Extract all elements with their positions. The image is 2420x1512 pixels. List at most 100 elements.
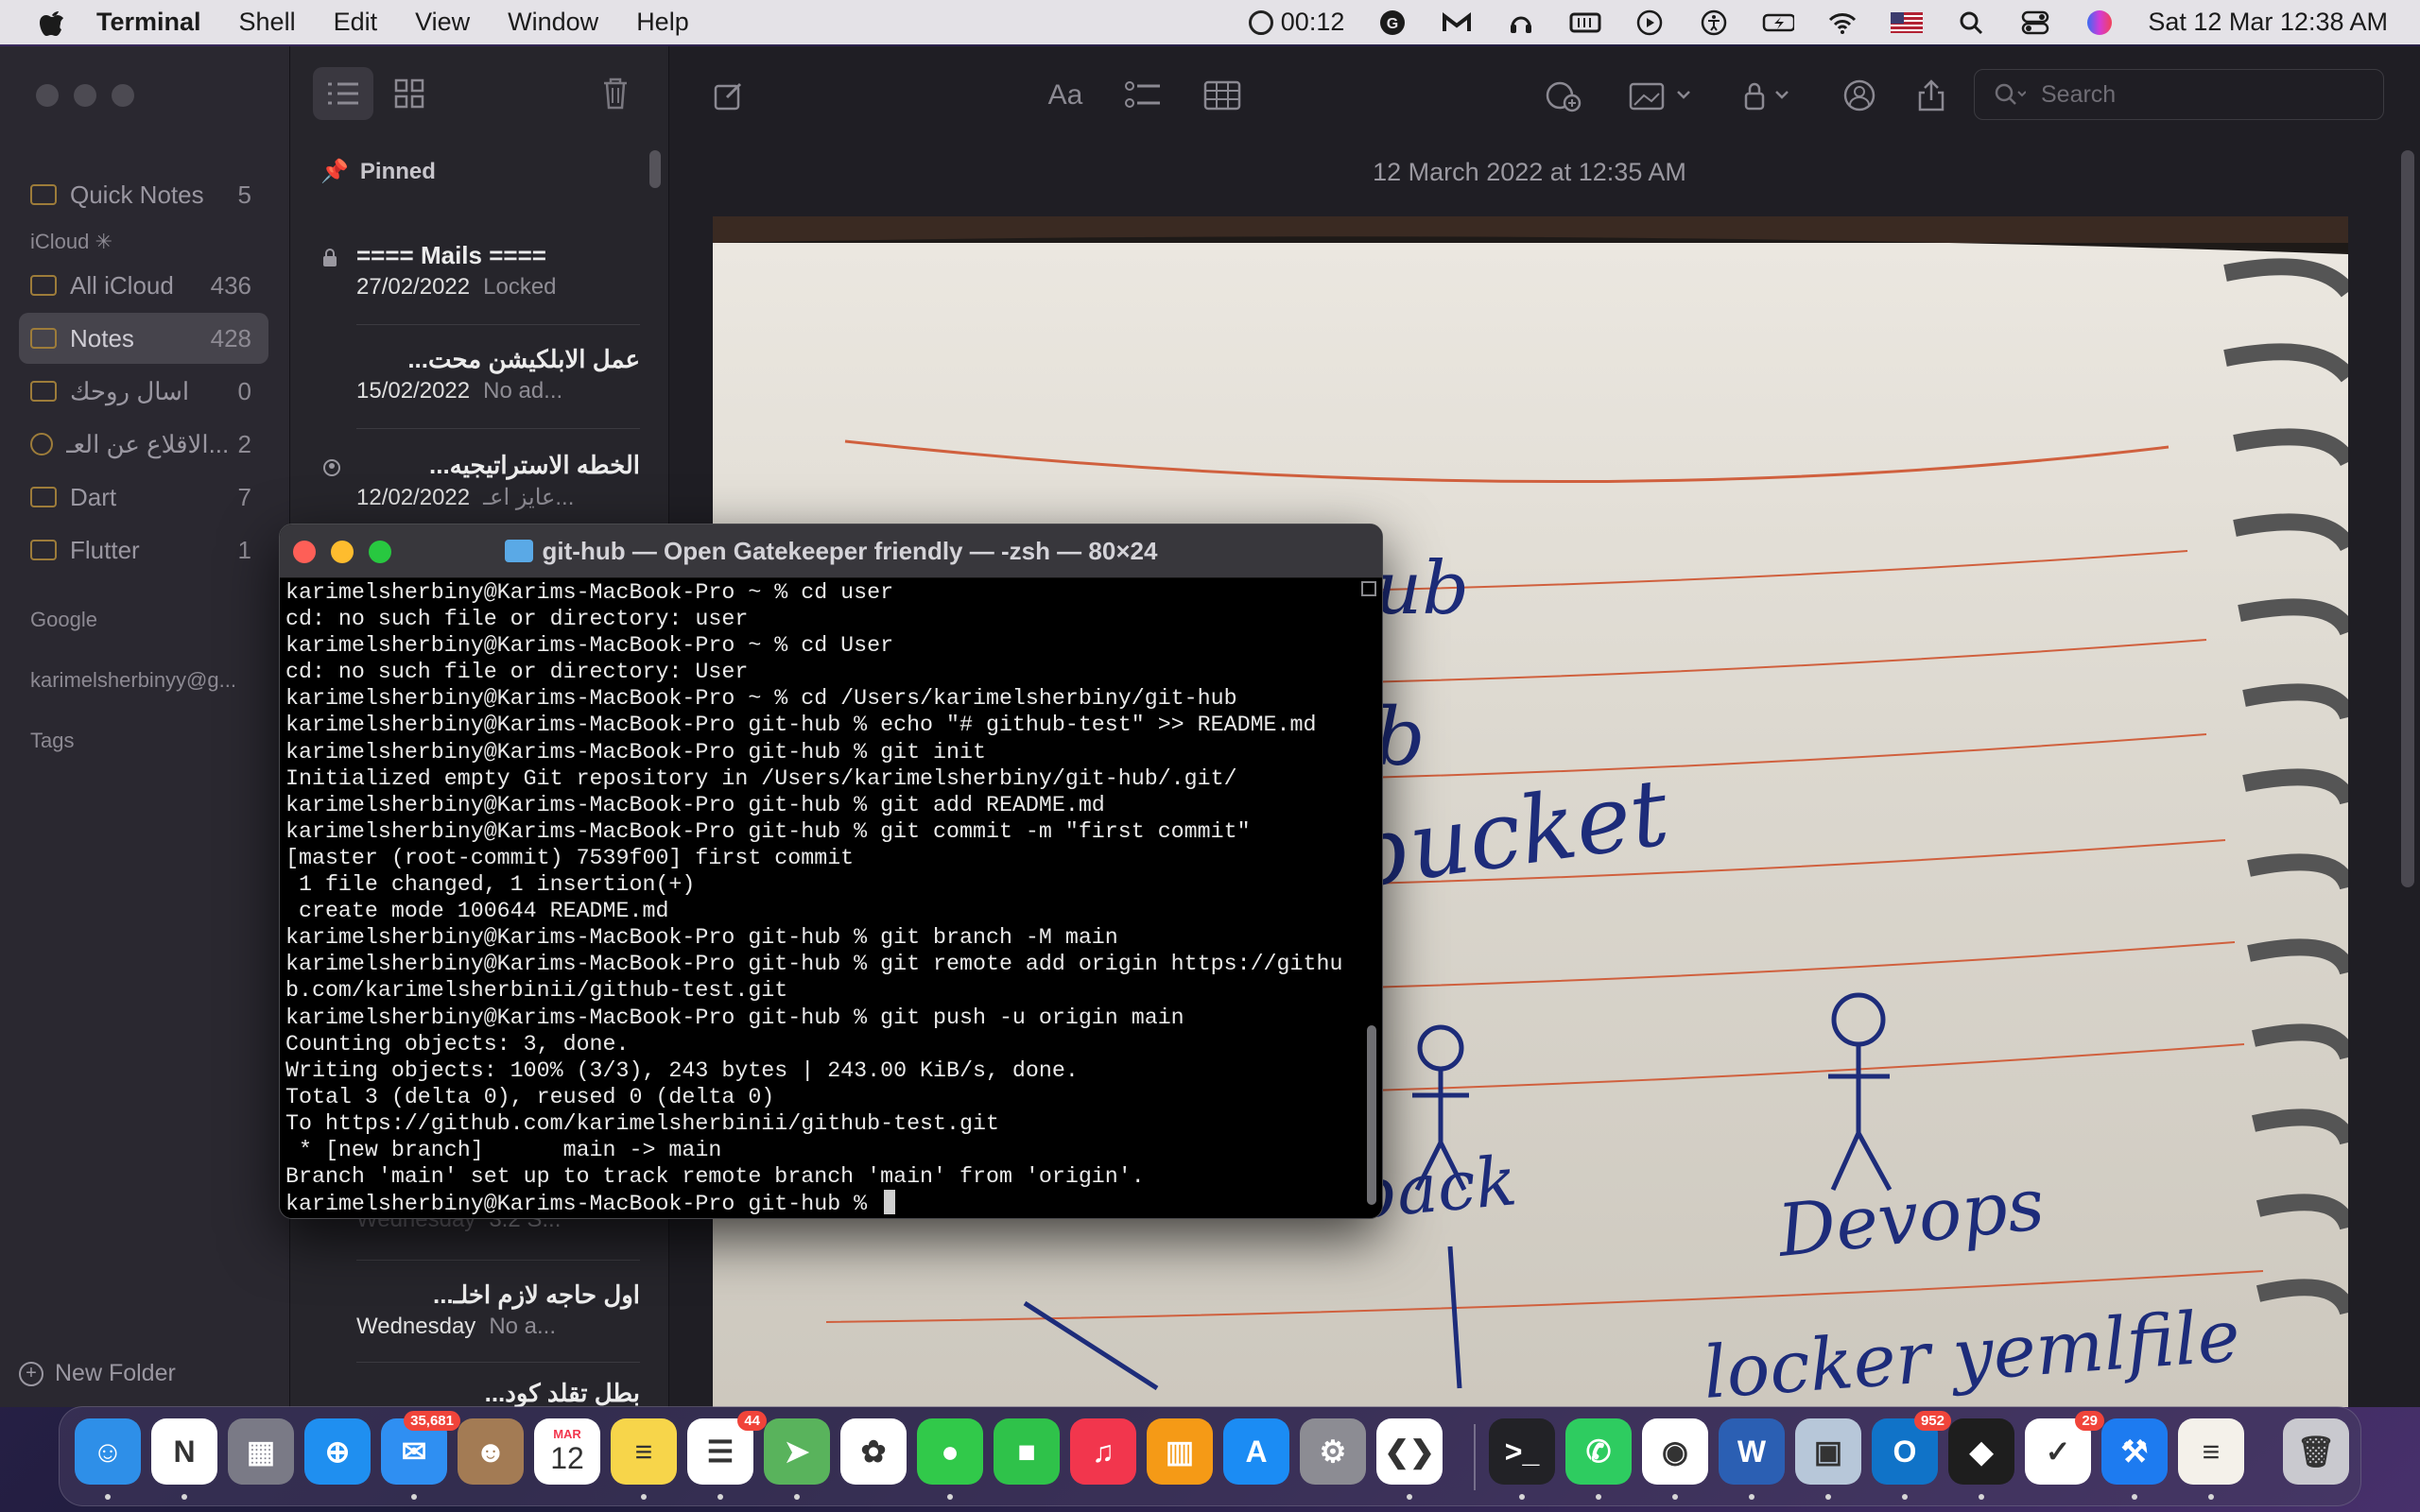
close-button[interactable] xyxy=(36,84,59,107)
menu-view[interactable]: View xyxy=(415,8,470,37)
dock-app-tasks[interactable]: ✓ 29 xyxy=(2025,1411,2104,1485)
sidebar-item-flutter[interactable]: Flutter 1 xyxy=(19,524,268,576)
media-icon[interactable] xyxy=(1624,75,1700,116)
play-icon[interactable] xyxy=(1634,9,1666,37)
new-folder-button[interactable]: + New Folder xyxy=(19,1360,176,1387)
menu-shell[interactable]: Shell xyxy=(239,8,296,37)
sidebar-item-all-icloud[interactable]: All iCloud 436 xyxy=(19,260,268,311)
dock-app-books[interactable]: ▥ xyxy=(1147,1418,1213,1485)
running-indicator xyxy=(2132,1494,2137,1500)
control-center-icon[interactable] xyxy=(2019,9,2051,37)
dock-app-music[interactable]: ♫ xyxy=(1070,1418,1136,1485)
minimize-button[interactable] xyxy=(74,84,96,107)
dock-app-outlook[interactable]: O 952 xyxy=(1872,1411,1951,1485)
note-title: الخطه الاستراتيجيه... xyxy=(429,451,640,479)
dock-app-contacts[interactable]: ☻ xyxy=(458,1418,524,1485)
dock-app-maps[interactable]: ➤ xyxy=(764,1418,830,1485)
split-pane-icon[interactable] xyxy=(1361,581,1376,596)
us-flag-icon[interactable] xyxy=(1891,9,1924,37)
collaborate-icon[interactable] xyxy=(1541,75,1588,116)
accessibility-icon[interactable] xyxy=(1698,9,1730,37)
siri-icon[interactable] xyxy=(2083,9,2116,37)
app-icon-glyph: ■ xyxy=(1017,1434,1036,1469)
dock-app-safari[interactable]: ⊕ xyxy=(304,1418,371,1485)
dock-app-notes[interactable]: ≡ xyxy=(611,1418,677,1485)
sidebar-item-folder-3[interactable]: اسال روحك 0 xyxy=(19,366,268,417)
dock-app-notion[interactable]: N xyxy=(151,1418,217,1485)
gmail-icon[interactable] xyxy=(1441,9,1473,37)
new-folder-label: New Folder xyxy=(55,1360,176,1386)
terminal-title-bar[interactable]: git-hub — Open Gatekeeper friendly — -zs… xyxy=(280,524,1382,578)
dock-app-trash[interactable]: 🗑 xyxy=(2283,1418,2349,1485)
add-people-icon[interactable] xyxy=(1836,75,1883,116)
app-icon-glyph: ● xyxy=(941,1434,959,1469)
list-scrollbar[interactable] xyxy=(649,150,661,188)
terminal-output[interactable]: karimelsherbiny@Karims-MacBook-Pro ~ % c… xyxy=(285,579,1356,1218)
headphones-icon[interactable] xyxy=(1505,9,1537,37)
dock-app-messages[interactable]: ● xyxy=(917,1418,983,1485)
dock-app-reminders[interactable]: ☰ 44 xyxy=(687,1411,767,1485)
note-list-item[interactable]: عمل الابلكيشن محت... 15/02/2022 No ad... xyxy=(356,345,640,429)
dock-app-finder[interactable]: ☺ xyxy=(75,1418,141,1485)
editor-scrollbar[interactable] xyxy=(2401,150,2414,887)
stick-figure-2 xyxy=(1828,992,1893,1192)
terminal-window[interactable]: git-hub — Open Gatekeeper friendly — -zs… xyxy=(279,524,1383,1219)
dock-app-preview[interactable]: ▣ xyxy=(1795,1418,1861,1485)
tags-header[interactable]: Tags xyxy=(30,729,74,753)
wifi-icon[interactable] xyxy=(1826,9,1858,37)
note-list-item[interactable]: ==== Mails ==== 27/02/2022 Locked xyxy=(323,241,640,325)
dock-app-app-store[interactable]: A xyxy=(1223,1418,1289,1485)
checklist-icon[interactable] xyxy=(1119,75,1167,116)
list-view-button[interactable] xyxy=(313,67,373,120)
dock-app-whatsapp[interactable]: ✆ xyxy=(1565,1418,1632,1485)
compose-icon[interactable] xyxy=(705,75,752,116)
search-field[interactable]: Search xyxy=(1974,69,2384,120)
dock-app-photos[interactable]: ✿ xyxy=(840,1418,907,1485)
note-list-item[interactable]: بطل تقلد كود... xyxy=(356,1379,640,1407)
timer-status[interactable]: 00:12 xyxy=(1248,8,1344,37)
dock-app-chrome[interactable]: ◉ xyxy=(1642,1418,1708,1485)
pin-icon: 📌 xyxy=(320,159,349,184)
dock-app-mail[interactable]: ✉ 35,681 xyxy=(381,1411,460,1485)
dock-app-terminal[interactable]: >_ xyxy=(1489,1418,1555,1485)
dock-app-figma[interactable]: ◆ xyxy=(1948,1418,2014,1485)
share-icon[interactable] xyxy=(1908,75,1955,116)
sidebar-item-notes[interactable]: Notes 428 xyxy=(19,313,268,364)
terminal-scrollbar[interactable] xyxy=(1367,1025,1376,1205)
zoom-button[interactable] xyxy=(112,84,134,107)
terminal-line: karimelsherbiny@Karims-MacBook-Pro ~ % c… xyxy=(285,580,894,605)
dock-app-word[interactable]: W xyxy=(1719,1418,1785,1485)
spotlight-search-icon[interactable] xyxy=(1955,9,1987,37)
note-list-item[interactable]: اول حاجه لازم اخلـ... Wednesday No a... xyxy=(356,1280,640,1363)
sidebar-item-dart[interactable]: Dart 7 xyxy=(19,472,268,523)
dock-app-launchpad[interactable]: ▦ xyxy=(228,1418,294,1485)
battery-icon[interactable] xyxy=(1762,9,1795,37)
table-icon[interactable] xyxy=(1199,75,1246,116)
lock-note-icon[interactable] xyxy=(1737,75,1804,116)
menu-edit[interactable]: Edit xyxy=(334,8,378,37)
dock-app-system-preferences[interactable]: ⚙ xyxy=(1300,1418,1366,1485)
format-text-button[interactable]: Aa xyxy=(1042,75,1089,116)
menubar-clock[interactable]: Sat 12 Mar 12:38 AM xyxy=(2148,8,2388,37)
memory-icon[interactable] xyxy=(1569,9,1601,37)
dock-app-notes-window[interactable]: ≡ xyxy=(2178,1418,2244,1485)
sidebar-item-quick-notes[interactable]: Quick Notes 5 xyxy=(19,169,268,220)
menu-terminal[interactable]: Terminal xyxy=(96,8,201,37)
terminal-zoom-button[interactable] xyxy=(369,541,391,563)
gallery-view-button[interactable] xyxy=(379,67,440,120)
terminal-line: Writing objects: 100% (3/3), 243 bytes |… xyxy=(285,1057,1079,1083)
terminal-minimize-button[interactable] xyxy=(331,541,354,563)
menu-help[interactable]: Help xyxy=(636,8,689,37)
terminal-line: b.com/karimelsherbinii/github-test.git xyxy=(285,978,788,1004)
trash-icon[interactable] xyxy=(585,67,646,120)
terminal-close-button[interactable] xyxy=(293,541,316,563)
menu-window[interactable]: Window xyxy=(508,8,598,37)
dock-app-xcode[interactable]: ⚒ xyxy=(2101,1418,2168,1485)
grammarly-icon[interactable]: G xyxy=(1376,9,1409,37)
sidebar-item-folder-4[interactable]: الاقلاع عن العـ... 2 xyxy=(19,419,268,470)
handwriting-6: locker yemlfile xyxy=(1701,1294,2242,1407)
apple-menu-icon[interactable] xyxy=(36,7,68,39)
dock-app-vs-code[interactable]: ❮❯ xyxy=(1376,1418,1443,1485)
dock-app-facetime[interactable]: ■ xyxy=(994,1418,1060,1485)
dock-app-calendar[interactable]: MAR 12 xyxy=(534,1418,600,1485)
